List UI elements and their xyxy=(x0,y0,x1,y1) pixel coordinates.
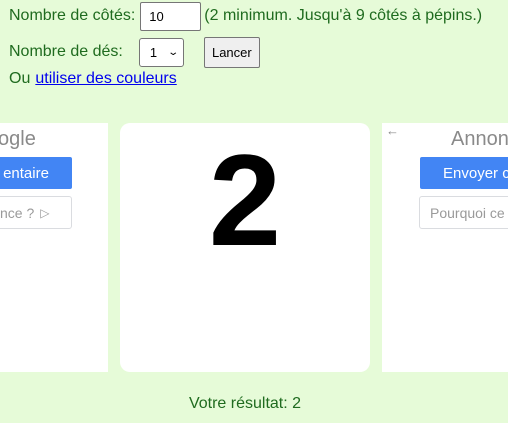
sides-input[interactable] xyxy=(140,1,202,31)
dice-row: Nombre de dés: 1 ⌄ Lancer xyxy=(9,36,260,68)
dice-label: Nombre de dés: xyxy=(9,43,123,60)
ad-left-secondary-button[interactable]: nce ? ▷ xyxy=(0,196,72,229)
ad-right-brand: Annonc xyxy=(451,128,508,150)
ad-right-primary-label: Envoyer c xyxy=(443,164,508,182)
ad-right-primary-button[interactable]: Envoyer c xyxy=(420,157,508,189)
result-text: Votre résultat: 2 xyxy=(188,395,302,412)
ad-left-primary-label: entaire xyxy=(3,164,49,182)
ad-left-secondary-label: nce ? xyxy=(0,204,35,221)
roll-button[interactable]: Lancer xyxy=(203,36,260,68)
sides-label: Nombre de côtés: xyxy=(9,7,136,24)
die-result-value: 2 xyxy=(208,127,282,273)
ad-left: ogle entaire nce ? ▷ xyxy=(0,123,108,372)
dice-count-value: 1 xyxy=(149,44,158,60)
ad-right: ← Annonc Envoyer c Pourquoi ce xyxy=(382,123,508,372)
sides-hint: (2 minimum. Jusqu'à 9 côtés à pépins.) xyxy=(204,7,483,24)
die-card: 2 xyxy=(120,123,370,372)
back-arrow-icon[interactable]: ← xyxy=(386,123,399,138)
ad-left-brand: ogle xyxy=(0,128,36,150)
chevron-down-icon: ⌄ xyxy=(167,46,180,58)
use-colors-link[interactable]: utiliser des couleurs xyxy=(35,70,176,88)
sides-row: Nombre de côtés: (2 minimum. Jusqu'à 9 c… xyxy=(9,1,483,31)
ad-right-secondary-button[interactable]: Pourquoi ce xyxy=(419,196,508,229)
play-outline-icon: ▷ xyxy=(40,205,50,220)
ad-left-primary-button[interactable]: entaire xyxy=(0,157,72,189)
dice-count-select[interactable]: 1 ⌄ xyxy=(138,37,184,67)
colors-prefix: Ou xyxy=(9,70,31,87)
ad-right-secondary-label: Pourquoi ce xyxy=(430,204,505,221)
colors-row: Ou utiliser des couleurs xyxy=(9,69,177,89)
